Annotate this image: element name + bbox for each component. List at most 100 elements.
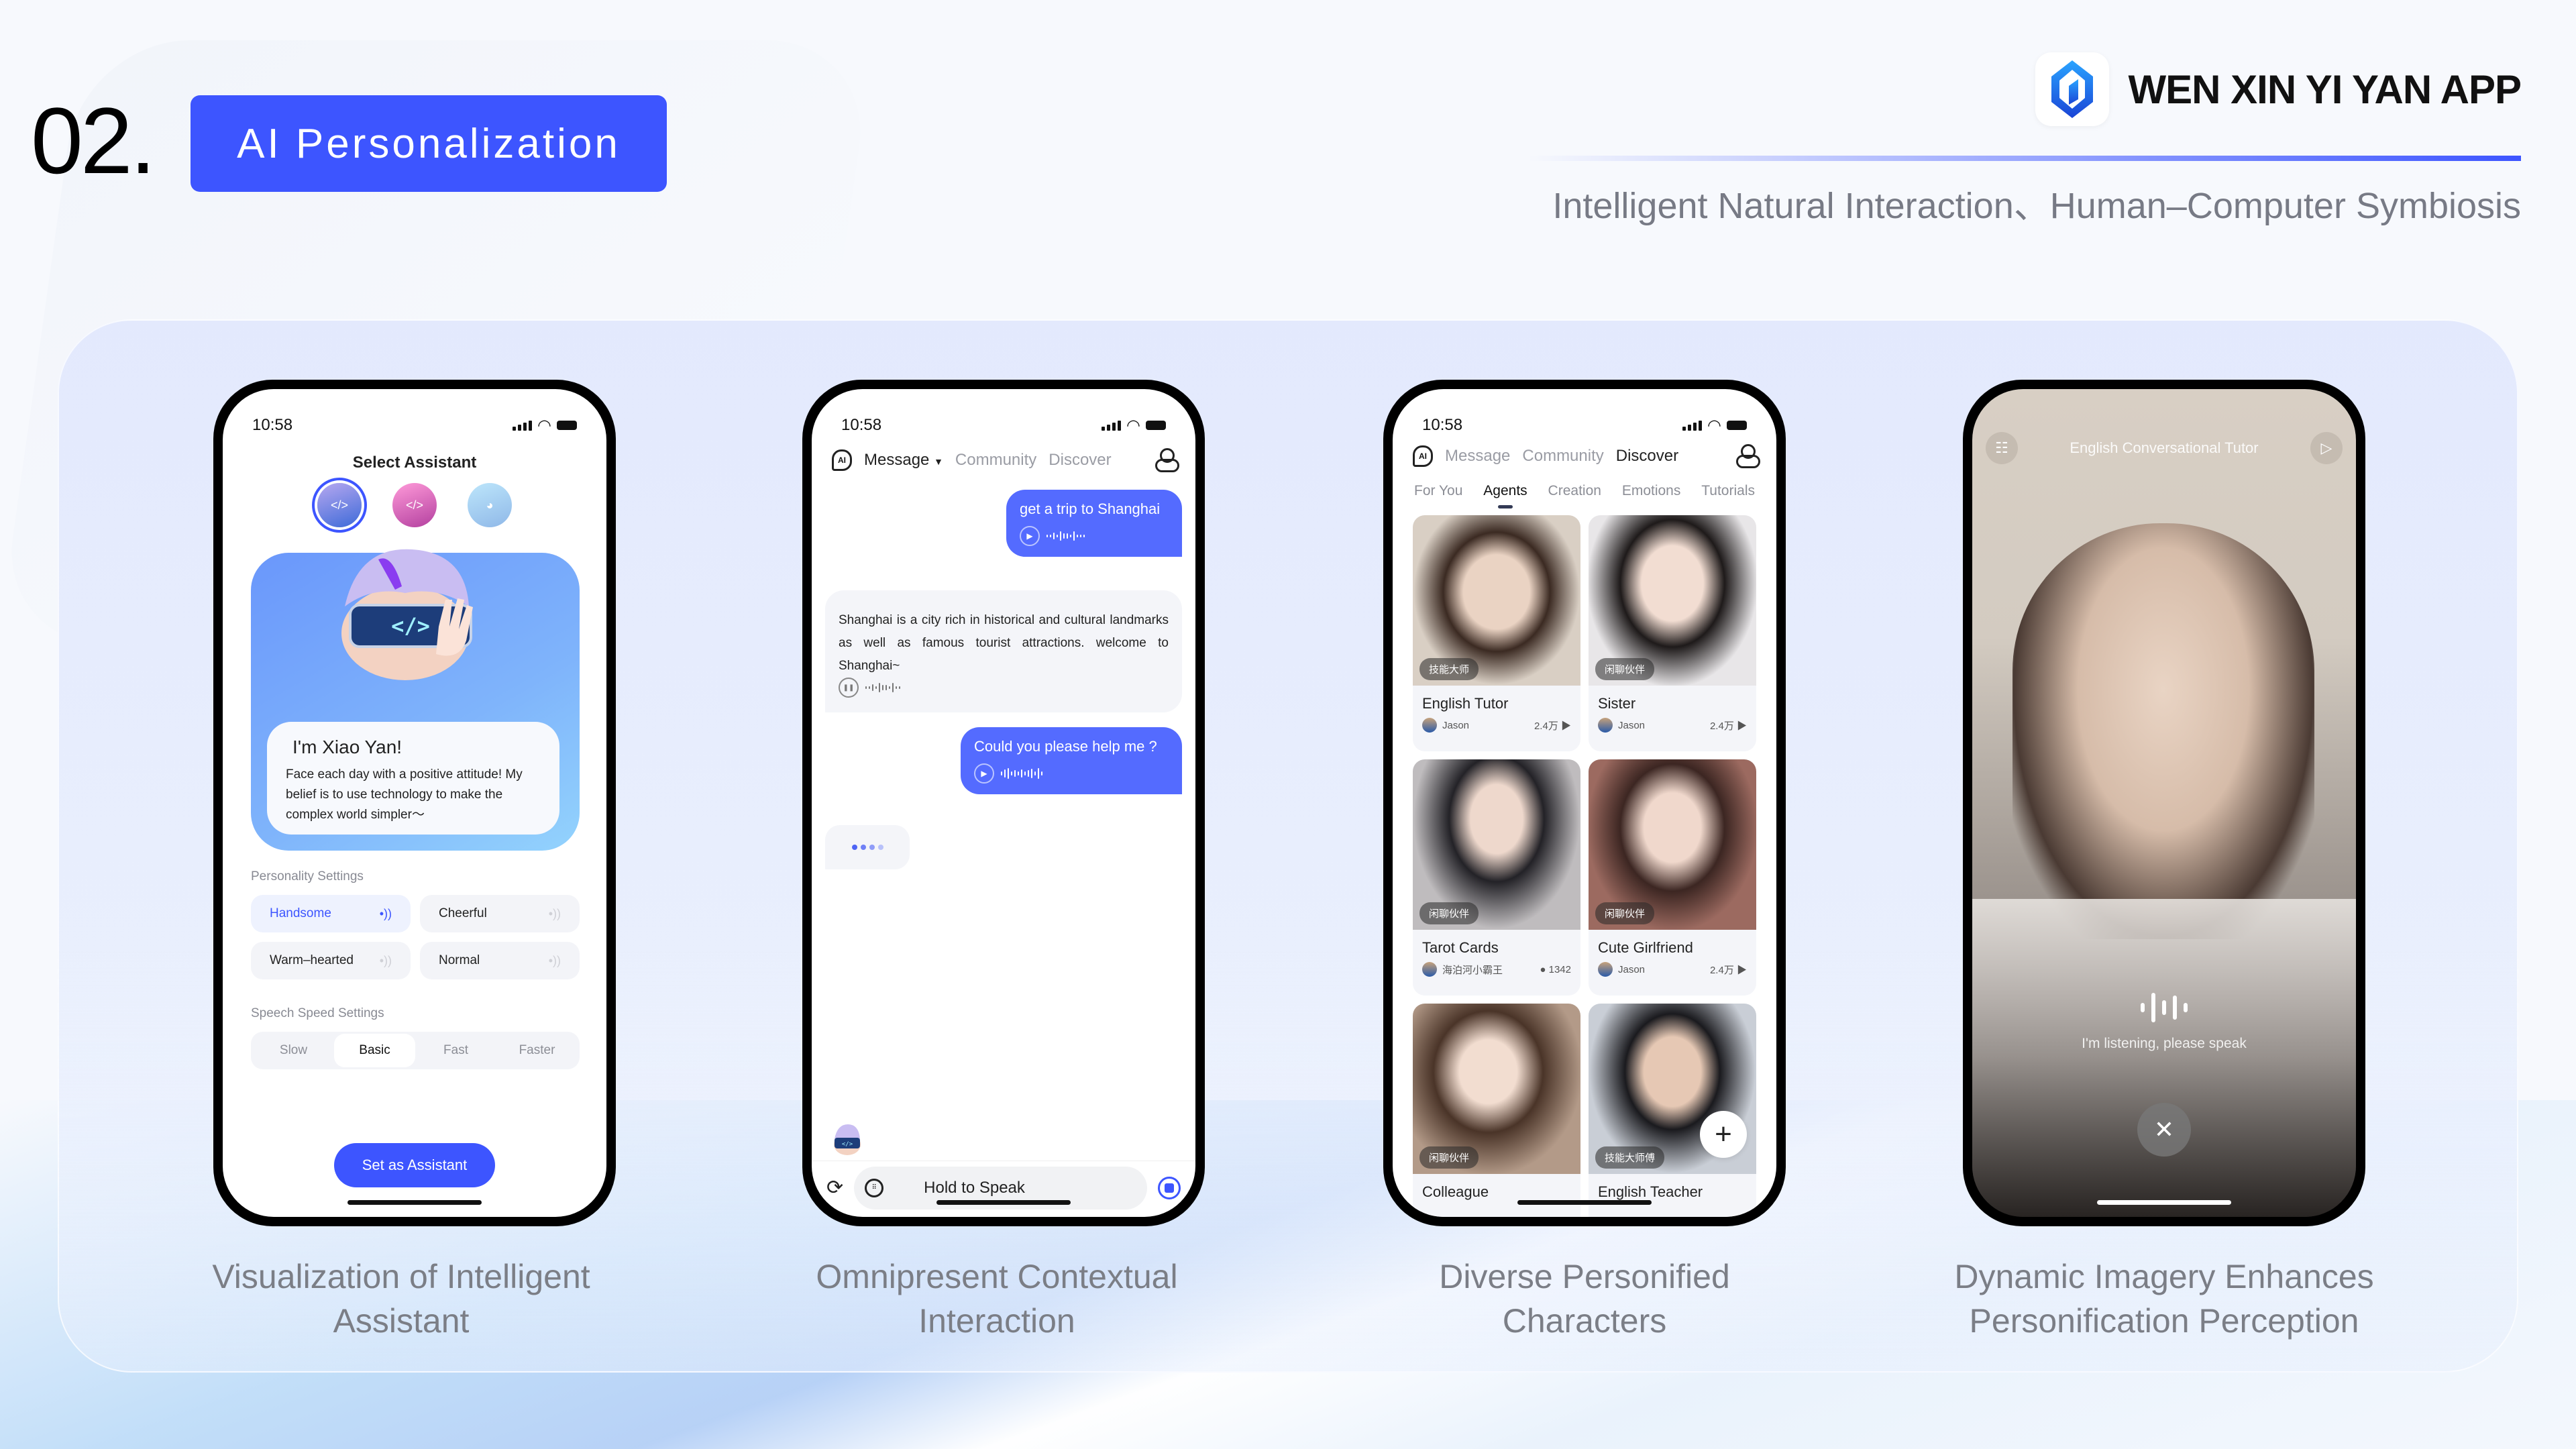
- option-label: Normal: [439, 953, 480, 967]
- tab-discover[interactable]: Discover: [1616, 447, 1678, 466]
- agent-portrait: 技能大师傅 +: [1589, 1004, 1756, 1174]
- user-message: Could you please help me ? ▶: [961, 727, 1182, 794]
- refresh-icon[interactable]: ⟳: [826, 1176, 843, 1199]
- author-avatar: [1598, 962, 1613, 977]
- agent-portrait: 技能大师: [1413, 515, 1580, 686]
- tab-community[interactable]: Community: [1522, 447, 1603, 466]
- option-label: Warm–hearted: [270, 953, 354, 967]
- personality-label: Personality Settings: [251, 869, 364, 883]
- caption-line: Characters: [1502, 1302, 1667, 1340]
- section-title-badge: AI Personalization: [191, 95, 667, 192]
- speaker-icon: •)): [379, 906, 392, 920]
- set-as-assistant-button[interactable]: Set as Assistant: [334, 1143, 495, 1187]
- brand-logo-icon: [2035, 52, 2110, 126]
- ai-logo-icon[interactable]: AI: [1413, 445, 1433, 467]
- agent-portrait: 闲聊伙伴: [1589, 515, 1756, 686]
- status-bar: 10:58 ◠: [1393, 412, 1776, 439]
- intro-bubble: I'm Xiao Yan! Face each day with a posit…: [267, 722, 559, 835]
- play-icon[interactable]: ▶: [974, 763, 994, 784]
- tab-community[interactable]: Community: [955, 451, 1036, 470]
- tab-discover[interactable]: Discover: [1049, 451, 1111, 470]
- agent-card[interactable]: 闲聊伙伴 Colleague: [1413, 1004, 1580, 1217]
- speak-label: Hold to Speak: [924, 1178, 1025, 1197]
- agent-card[interactable]: 闲聊伙伴 Tarot Cards 海泊河小霸王 ● 1342: [1413, 759, 1580, 996]
- agent-grid: 技能大师 English Tutor Jason 2.4万 ▶ 闲聊伙伴 Sist…: [1413, 515, 1756, 1217]
- subtab-creation[interactable]: Creation: [1548, 483, 1601, 499]
- section-number: 02.: [31, 88, 156, 193]
- call-title: English Conversational Tutor: [2070, 439, 2259, 456]
- subtab-tutorials[interactable]: Tutorials: [1701, 483, 1755, 499]
- keyboard-icon[interactable]: ⠿: [865, 1178, 884, 1197]
- caption-line: Omnipresent Contextual: [816, 1258, 1178, 1295]
- option-label: Cheerful: [439, 906, 487, 920]
- video-switch-icon[interactable]: ▷: [2310, 432, 2343, 464]
- avatar-body: [1972, 899, 2356, 1217]
- greeting: I'm Xiao Yan!: [292, 737, 402, 757]
- agent-stat: 2.4万 ▶: [1534, 720, 1571, 732]
- record-stop-icon[interactable]: [1158, 1176, 1181, 1199]
- status-time: 10:58: [841, 416, 882, 434]
- option-label: Handsome: [270, 906, 331, 920]
- pause-icon[interactable]: ❚❚: [839, 678, 859, 698]
- speed-selector: Slow Basic Fast Faster: [251, 1032, 580, 1069]
- tab-message[interactable]: Message ▼: [864, 451, 943, 470]
- author-name: Jason: [1618, 963, 1646, 975]
- agent-card[interactable]: 技能大师 English Tutor Jason 2.4万 ▶: [1413, 515, 1580, 751]
- author-name: Jason: [1442, 719, 1470, 731]
- subtab-for-you[interactable]: For You: [1414, 483, 1462, 499]
- agent-name: Cute Girlfriend: [1598, 939, 1693, 956]
- agent-tag: 技能大师: [1419, 658, 1479, 680]
- svg-text:</>: </>: [391, 613, 430, 639]
- speaker-icon: •)): [379, 953, 392, 967]
- add-button[interactable]: +: [1700, 1111, 1747, 1158]
- speed-option[interactable]: Faster: [496, 1034, 578, 1067]
- intro-text: Face each day with a positive attitude! …: [286, 767, 523, 822]
- caption-2: Omnipresent Contextual Interaction: [742, 1254, 1252, 1343]
- caption-3: Diverse Personified Characters: [1330, 1254, 1839, 1343]
- author-name: 海泊河小霸王: [1442, 964, 1503, 976]
- speed-option[interactable]: Slow: [253, 1034, 334, 1067]
- ai-logo-icon[interactable]: AI: [832, 449, 852, 471]
- agent-name: Tarot Cards: [1422, 939, 1499, 956]
- screen: 10:58 ◠ AI Message ▼ Community Discover …: [812, 389, 1195, 1217]
- tagline: Intelligent Natural Interaction、Human–Co…: [1552, 186, 2521, 226]
- personality-option[interactable]: Cheerful •)): [420, 895, 580, 932]
- speaker-icon: •)): [548, 906, 561, 920]
- subtab-agents[interactable]: Agents: [1483, 483, 1527, 499]
- brand: WEN XIN YI YAN APP: [2035, 52, 2522, 126]
- phone-voice-call: ☷ English Conversational Tutor ▷ I'm lis…: [1963, 380, 2365, 1226]
- caption-line: Interaction: [918, 1302, 1075, 1340]
- personality-option[interactable]: Normal •)): [420, 942, 580, 979]
- agent-card[interactable]: 闲聊伙伴 Sister Jason 2.4万 ▶: [1589, 515, 1756, 751]
- close-call-button[interactable]: ✕: [2137, 1103, 2191, 1157]
- agent-card[interactable]: 闲聊伙伴 Cute Girlfriend Jason 2.4万 ▶: [1589, 759, 1756, 996]
- play-icon[interactable]: ▶: [1020, 526, 1040, 546]
- avatar-anime-boy[interactable]: ◕: [468, 483, 512, 527]
- author-avatar: [1422, 962, 1437, 977]
- speed-option[interactable]: Fast: [415, 1034, 496, 1067]
- tab-message[interactable]: Message: [1445, 447, 1510, 466]
- personality-option[interactable]: Handsome •)): [251, 895, 411, 932]
- agent-stat: 2.4万 ▶: [1709, 964, 1747, 976]
- agent-stat: ● 1342: [1540, 963, 1571, 975]
- wifi-icon: ◠: [1707, 416, 1721, 435]
- waveform-icon: [1001, 768, 1042, 779]
- personality-option[interactable]: Warm–hearted •)): [251, 942, 411, 979]
- author-avatar: [1422, 718, 1437, 733]
- avatar-pink-girl[interactable]: </>: [392, 483, 437, 527]
- battery-icon: [1727, 421, 1747, 430]
- personality-options: Handsome •)) Cheerful •)) Warm–hearted •)) …: [251, 895, 580, 979]
- subtab-emotions[interactable]: Emotions: [1622, 483, 1681, 499]
- caption-line: Diverse Personified: [1439, 1258, 1730, 1295]
- status-bar: 10:58 ◠: [223, 412, 606, 439]
- transcript-icon[interactable]: ☷: [1986, 432, 2018, 464]
- caption-line: Dynamic Imagery Enhances: [1954, 1258, 2374, 1295]
- speaker-icon: •)): [548, 953, 561, 967]
- message-text: get a trip to Shanghai: [1020, 500, 1161, 517]
- avatar-robot-boy[interactable]: </>: [317, 483, 362, 527]
- battery-icon: [557, 421, 577, 430]
- user-icon[interactable]: [1155, 448, 1179, 472]
- agent-card[interactable]: 技能大师傅 + English Teacher: [1589, 1004, 1756, 1217]
- user-icon[interactable]: [1736, 444, 1760, 468]
- speed-option[interactable]: Basic: [334, 1034, 415, 1067]
